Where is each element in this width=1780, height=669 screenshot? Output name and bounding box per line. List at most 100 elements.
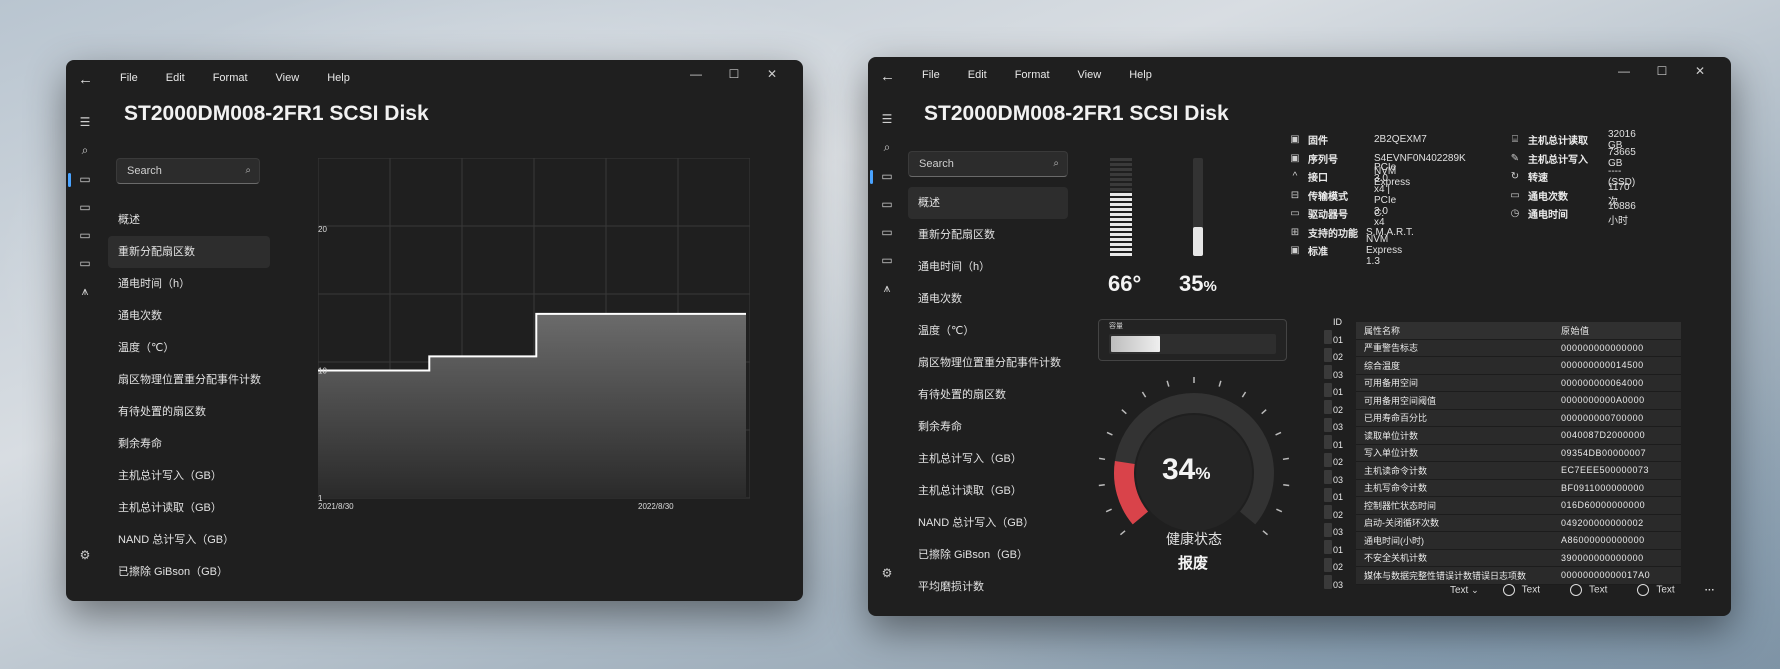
disk-icon[interactable]: ▭ — [879, 252, 895, 268]
table-row[interactable]: 控制器忙状态时间 016D60000000000 — [1356, 497, 1681, 515]
radio-label: Text — [1589, 584, 1608, 596]
table-row[interactable]: 写入单位计数 09354DB00000007 — [1356, 444, 1681, 462]
menu-list: File Edit Format View Help — [120, 72, 378, 84]
minimize-icon[interactable]: — — [1605, 64, 1643, 78]
gauge-tick — [1283, 484, 1290, 487]
table-row[interactable]: 主机读命令计数 EC7EEE500000073 — [1356, 462, 1681, 480]
nav-item[interactable]: 主机总计写入（GB） — [908, 443, 1068, 475]
disk-icon[interactable]: ▭ — [77, 171, 93, 187]
nav-item[interactable]: 剩余寿命 — [108, 428, 270, 460]
more-icon[interactable]: ··· — [1705, 585, 1715, 596]
menu-file[interactable]: File — [922, 69, 940, 81]
disk-icon[interactable]: ▭ — [77, 255, 93, 271]
disk-icon[interactable]: ▭ — [77, 199, 93, 215]
nav-item[interactable]: NAND 总计写入（GB） — [908, 507, 1068, 539]
gear-icon[interactable]: ⚙ — [77, 547, 93, 563]
nav-item[interactable]: 已擦除 GiBson（GB） — [908, 539, 1068, 571]
menu-help[interactable]: Help — [327, 72, 350, 84]
search-input[interactable]: Search ⌕ — [908, 151, 1068, 177]
nav-item[interactable]: 主机总计写入（GB） — [108, 460, 270, 492]
table-row[interactable]: 已用寿命百分比 000000000700000 — [1356, 409, 1681, 427]
search-input[interactable]: Search ⌕ — [116, 158, 260, 184]
radio-option-2[interactable]: Text — [1570, 584, 1607, 596]
table-row[interactable]: 严重警告标志 000000000000000 — [1356, 339, 1681, 357]
disk-icon[interactable]: ▭ — [879, 224, 895, 240]
menu-format[interactable]: Format — [213, 72, 248, 84]
scrollbar-segment — [1324, 435, 1332, 449]
radio-option-3[interactable]: Text — [1637, 584, 1675, 596]
nav-item[interactable]: 通电时间（h） — [108, 268, 270, 300]
menu-view[interactable]: View — [276, 72, 300, 84]
table-row[interactable]: 读取单位计数 0040087D2000000 — [1356, 427, 1681, 445]
smart-id: 01 — [1333, 492, 1344, 502]
nav-item[interactable]: 平均磨损计数 — [908, 571, 1068, 603]
nav-item[interactable]: 扇区物理位置重分配事件计数 — [108, 364, 270, 396]
menu-edit[interactable]: Edit — [968, 69, 987, 81]
raw-value: 09354DB00000007 — [1561, 447, 1647, 458]
nav-item[interactable]: 通电次数 — [108, 300, 270, 332]
nav-item[interactable]: 重新分配扇区数 — [908, 219, 1068, 251]
radio-option-1[interactable]: Text — [1502, 584, 1541, 596]
nav-item[interactable]: 有待处置的扇区数 — [108, 396, 270, 428]
info-row: ▣ 标准 NVM Express 1.3 — [1288, 234, 1402, 267]
nav-item[interactable]: 主机总计读取（GB） — [908, 475, 1068, 507]
table-row[interactable]: 不安全关机计数 390000000000000 — [1356, 549, 1681, 567]
close-icon[interactable]: ✕ — [753, 67, 791, 81]
nav-item[interactable]: 有待处置的扇区数 — [908, 379, 1068, 411]
table-row[interactable]: 综合温度 000000000014500 — [1356, 357, 1681, 375]
nav-item[interactable]: 已擦除 GiBson（GB） — [108, 556, 270, 588]
raw-value: 016D60000000000 — [1561, 500, 1646, 511]
nav-item[interactable]: 重新分配扇区数 — [108, 236, 270, 268]
raw-value: 0000000000A0000 — [1561, 395, 1645, 406]
maximize-icon[interactable]: ☐ — [1643, 64, 1681, 78]
menu-view[interactable]: View — [1078, 69, 1102, 81]
close-icon[interactable]: ✕ — [1681, 64, 1719, 78]
disk-icon[interactable]: ▭ — [879, 168, 895, 184]
hamburger-menu-icon[interactable]: ☰ — [879, 111, 895, 127]
info-label: 固件 — [1308, 136, 1328, 147]
nav-item[interactable]: 概述 — [908, 187, 1068, 219]
menu-file[interactable]: File — [120, 72, 138, 84]
disk-icon[interactable]: ▭ — [879, 196, 895, 212]
text-dropdown[interactable]: Text ⌄ — [1450, 585, 1479, 596]
maximize-icon[interactable]: ☐ — [715, 67, 753, 81]
nav-item[interactable]: 通电次数 — [908, 283, 1068, 315]
table-row[interactable]: 媒体与数据完整性错误计数错误日志项数 00000000000017A0 — [1356, 567, 1681, 585]
chart-icon[interactable]: ⩚ — [77, 283, 93, 299]
menu-edit[interactable]: Edit — [166, 72, 185, 84]
hamburger-menu-icon[interactable]: ☰ — [77, 114, 93, 130]
health-status: 报废 — [1178, 555, 1209, 572]
table-row[interactable]: 启动-关闭循环次数 049200000000002 — [1356, 514, 1681, 532]
disk-icon[interactable]: ▭ — [77, 227, 93, 243]
radio-label: Text — [1521, 584, 1541, 596]
nav-item[interactable]: 通电时间（h） — [908, 251, 1068, 283]
table-row[interactable]: 可用备用空间 000000000064000 — [1356, 374, 1681, 392]
gear-icon[interactable]: ⚙ — [879, 565, 895, 581]
attribute-name: 写入单位计数 — [1364, 448, 1419, 459]
smart-scrollbar[interactable] — [1324, 330, 1332, 592]
info-row: ⊟ 传输模式 PCIe 3.0 x4 | PCIe 3.0 x4 — [1288, 162, 1396, 228]
smart-id: 03 — [1333, 474, 1344, 485]
table-row[interactable]: 通电时间(小时) A86000000000000 — [1356, 532, 1681, 550]
nav-item[interactable]: NAND 总计写入（GB） — [108, 524, 270, 556]
search-icon[interactable]: ⌕ — [77, 142, 93, 158]
nav-item[interactable]: 扇区物理位置重分配事件计数 — [908, 347, 1068, 379]
temperature-bar-segment — [1110, 223, 1132, 226]
chart-area-fill — [318, 313, 746, 498]
search-icon[interactable]: ⌕ — [879, 139, 895, 155]
nav-item[interactable]: 主机总计读取（GB） — [108, 492, 270, 524]
minimize-icon[interactable]: — — [677, 67, 715, 81]
table-row[interactable]: 主机写命令计数 BF0911000000000 — [1356, 479, 1681, 497]
nav-item[interactable]: 剩余寿命 — [908, 411, 1068, 443]
chart-icon[interactable]: ⩚ — [879, 280, 895, 296]
nav-item[interactable]: 概述 — [108, 204, 270, 236]
nav-item[interactable]: 温度（℃） — [108, 332, 270, 364]
back-arrow-icon[interactable]: ← — [880, 69, 896, 85]
info-row: ▭ 驱动器号 C: — [1288, 206, 1384, 221]
radio-circle-icon — [1502, 584, 1515, 596]
table-row[interactable]: 可用备用空间阈值 0000000000A0000 — [1356, 392, 1681, 410]
menu-format[interactable]: Format — [1015, 69, 1050, 81]
nav-item[interactable]: 温度（℃） — [908, 315, 1068, 347]
back-arrow-icon[interactable]: ← — [78, 72, 94, 88]
menu-help[interactable]: Help — [1129, 69, 1152, 81]
